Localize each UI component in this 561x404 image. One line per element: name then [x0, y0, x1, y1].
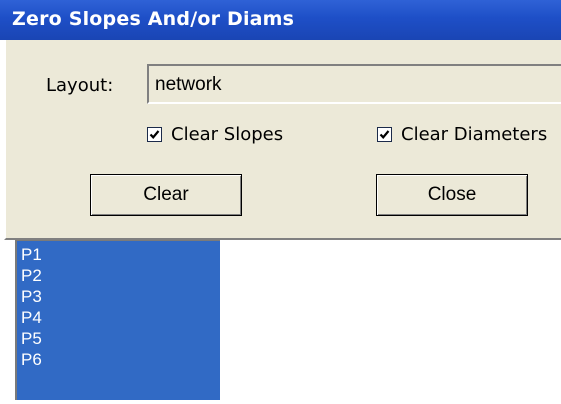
list-item[interactable]: P6 — [17, 349, 220, 370]
clear-slopes-checkbox-box[interactable] — [147, 127, 162, 142]
clear-slopes-checkbox[interactable]: Clear Slopes — [147, 124, 283, 145]
clear-button[interactable]: Clear — [90, 174, 242, 216]
layout-field[interactable]: network — [147, 64, 561, 104]
clear-diameters-checkbox[interactable]: Clear Diameters — [377, 124, 547, 145]
list-item[interactable]: P1 — [17, 244, 220, 265]
clear-slopes-label: Clear Slopes — [171, 124, 284, 145]
dialog-body: Layout: network Clear Slopes Clear Diame… — [4, 40, 561, 240]
pipe-list-items: P1 P2 P3 P4 P5 P6 — [17, 241, 220, 370]
checkmark-icon — [149, 130, 160, 139]
close-button[interactable]: Close — [376, 174, 528, 216]
list-item[interactable]: P3 — [17, 286, 220, 307]
clear-diameters-label: Clear Diameters — [401, 124, 548, 145]
window-title: Zero Slopes And/or Diams — [12, 8, 295, 30]
list-item[interactable]: P2 — [17, 265, 220, 286]
clear-diameters-checkbox-box[interactable] — [377, 127, 392, 142]
pipe-listbox[interactable]: P1 P2 P3 P4 P5 P6 — [15, 240, 220, 400]
checkmark-icon — [379, 130, 390, 139]
list-item[interactable]: P4 — [17, 307, 220, 328]
list-item[interactable]: P5 — [17, 328, 220, 349]
title-bar[interactable]: Zero Slopes And/or Diams — [0, 0, 561, 40]
layout-label: Layout: — [46, 75, 114, 96]
